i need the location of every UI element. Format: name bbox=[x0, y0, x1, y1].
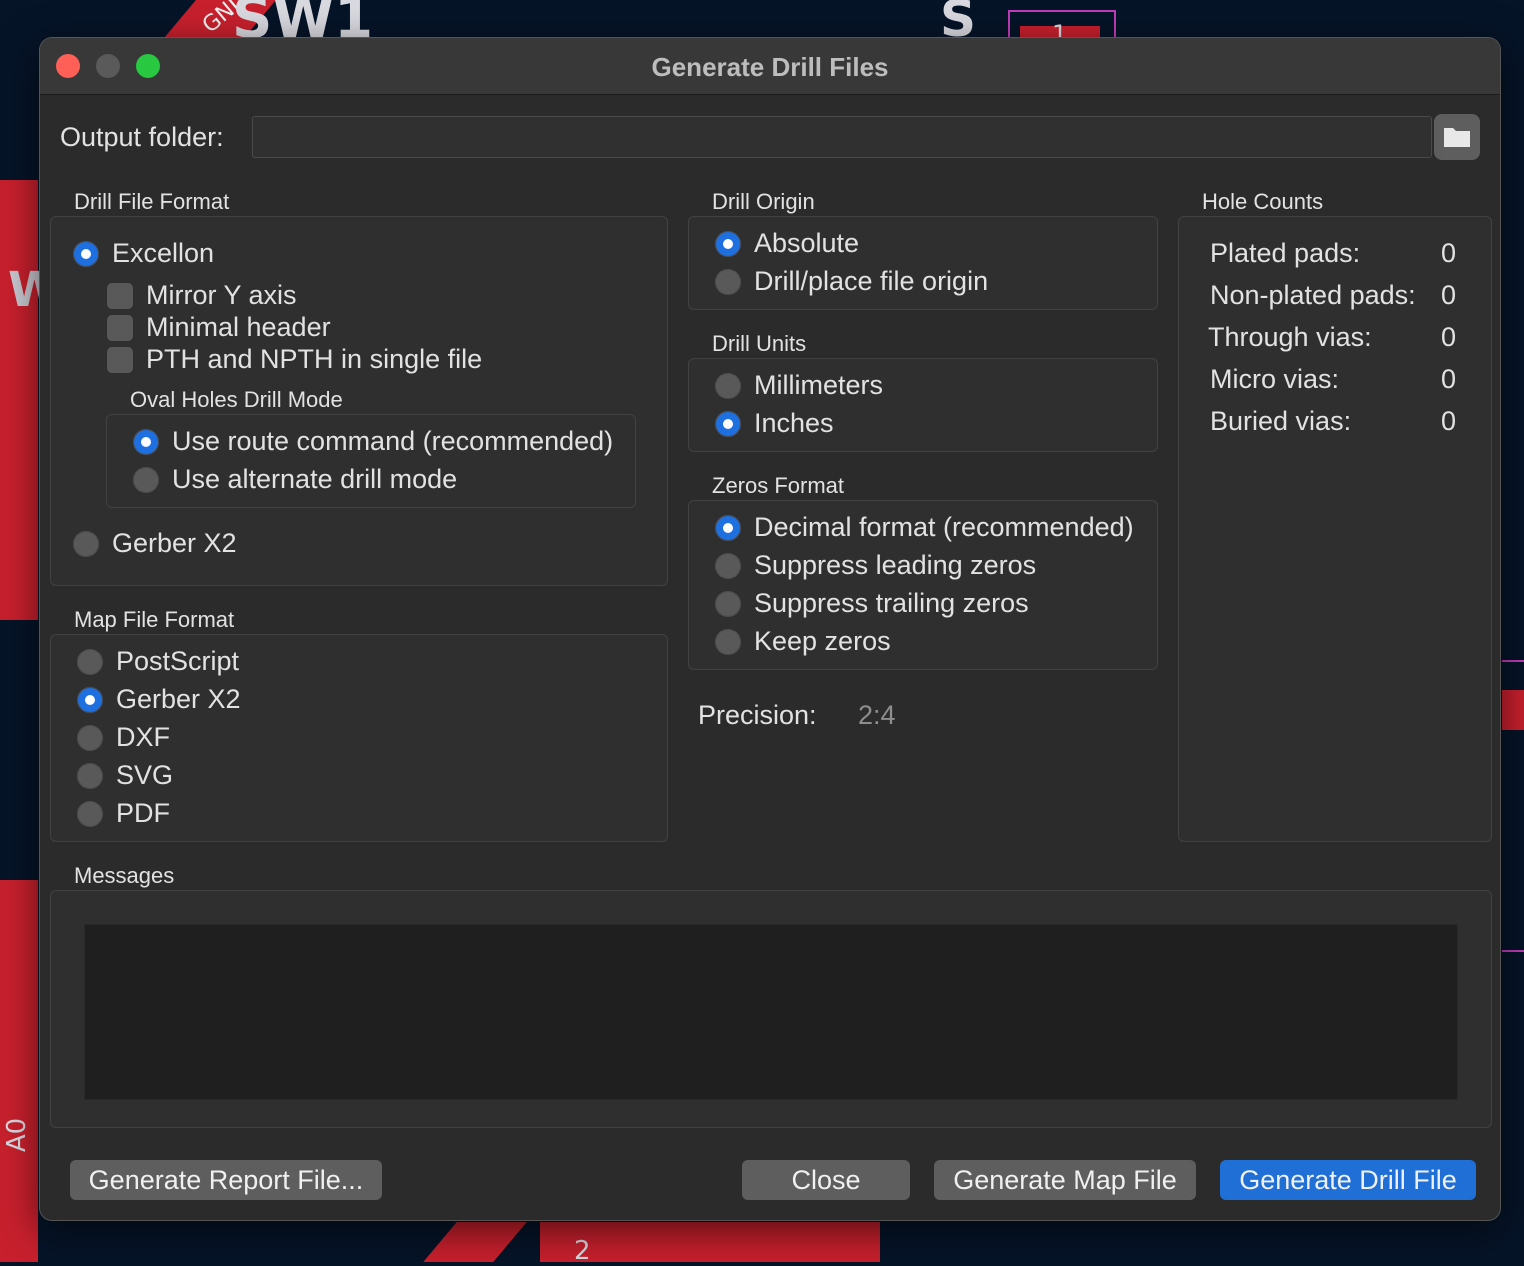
drill-place-origin-label: Drill/place file origin bbox=[754, 266, 989, 296]
buried-vias-label: Buried vias: bbox=[1210, 406, 1352, 436]
keep-zeros-radio[interactable] bbox=[715, 629, 741, 655]
decimal-format-label: Decimal format (recommended) bbox=[754, 512, 1134, 542]
generate-drill-file-button[interactable]: Generate Drill File bbox=[1220, 1160, 1476, 1200]
pcb-track-right bbox=[1502, 690, 1524, 730]
precision-label: Precision: bbox=[698, 700, 817, 730]
use-alternate-drill-mode-label: Use alternate drill mode bbox=[172, 464, 458, 494]
keep-zeros-label: Keep zeros bbox=[754, 626, 891, 656]
map-postscript-radio[interactable] bbox=[77, 649, 103, 675]
drill-place-origin-radio[interactable] bbox=[715, 269, 741, 295]
millimeters-radio[interactable] bbox=[715, 373, 741, 399]
through-vias-label: Through vias: bbox=[1208, 322, 1372, 352]
close-button[interactable]: Close bbox=[742, 1160, 910, 1200]
window-title: Generate Drill Files bbox=[651, 52, 889, 82]
messages-text-area[interactable] bbox=[84, 924, 1458, 1100]
hole-counts-title: Hole Counts bbox=[1202, 189, 1324, 214]
drill-origin-title: Drill Origin bbox=[712, 189, 815, 214]
suppress-leading-zeros-radio[interactable] bbox=[715, 553, 741, 579]
suppress-trailing-zeros-label: Suppress trailing zeros bbox=[754, 588, 1029, 618]
title-bar: Generate Drill Files bbox=[40, 38, 1500, 95]
generate-report-file-button[interactable]: Generate Report File... bbox=[70, 1160, 382, 1200]
map-pdf-label: PDF bbox=[116, 798, 170, 828]
map-svg-radio[interactable] bbox=[77, 763, 103, 789]
pcb-line-right-2 bbox=[1502, 950, 1524, 952]
gerber-x2-drill-label: Gerber X2 bbox=[112, 528, 237, 558]
precision-value: 2:4 bbox=[858, 700, 896, 730]
absolute-radio[interactable] bbox=[715, 231, 741, 257]
map-gerber-x2-label: Gerber X2 bbox=[116, 684, 241, 714]
map-dxf-label: DXF bbox=[116, 722, 170, 752]
through-vias-value: 0 bbox=[1441, 322, 1457, 352]
use-alternate-drill-mode-radio[interactable] bbox=[133, 467, 159, 493]
mirror-y-axis-label: Mirror Y axis bbox=[146, 280, 297, 310]
pcb-line-right bbox=[1502, 660, 1524, 662]
pth-npth-single-file-checkbox[interactable] bbox=[107, 347, 133, 373]
messages-title: Messages bbox=[74, 863, 175, 888]
absolute-label: Absolute bbox=[754, 228, 860, 258]
decimal-format-radio[interactable] bbox=[715, 515, 741, 541]
gerber-x2-drill-radio[interactable] bbox=[73, 531, 99, 557]
inches-radio[interactable] bbox=[715, 411, 741, 437]
drill-units-title: Drill Units bbox=[712, 331, 807, 356]
use-route-command-radio[interactable] bbox=[133, 429, 159, 455]
pcb-track-bottom bbox=[540, 1222, 880, 1262]
folder-icon bbox=[1444, 128, 1470, 147]
generate-drill-files-dialog: Generate Drill Files Output folder: Dril… bbox=[40, 38, 1500, 1220]
map-file-format-title: Map File Format bbox=[74, 607, 235, 632]
map-gerber-x2-radio[interactable] bbox=[77, 687, 103, 713]
zeros-format-title: Zeros Format bbox=[712, 473, 845, 498]
buried-vias-value: 0 bbox=[1441, 406, 1457, 436]
micro-vias-value: 0 bbox=[1441, 364, 1457, 394]
plated-pads-label: Plated pads: bbox=[1210, 238, 1361, 268]
output-folder-label: Output folder: bbox=[60, 122, 224, 152]
suppress-trailing-zeros-radio[interactable] bbox=[715, 591, 741, 617]
non-plated-pads-label: Non-plated pads: bbox=[1210, 280, 1416, 310]
map-postscript-label: PostScript bbox=[116, 646, 240, 676]
drill-file-format-title: Drill File Format bbox=[74, 189, 230, 214]
pcb-track-left-lower bbox=[0, 880, 38, 1262]
generate-map-file-button[interactable]: Generate Map File bbox=[934, 1160, 1196, 1200]
micro-vias-label: Micro vias: bbox=[1210, 364, 1340, 394]
suppress-leading-zeros-label: Suppress leading zeros bbox=[754, 550, 1037, 580]
excellon-radio[interactable] bbox=[73, 241, 99, 267]
browse-folder-button[interactable] bbox=[1434, 114, 1480, 160]
map-pdf-radio[interactable] bbox=[77, 801, 103, 827]
non-plated-pads-value: 0 bbox=[1441, 280, 1457, 310]
pcb-label-a0: A0 bbox=[2, 1117, 33, 1153]
excellon-label: Excellon bbox=[112, 238, 215, 268]
millimeters-label: Millimeters bbox=[754, 370, 884, 400]
plated-pads-value: 0 bbox=[1441, 238, 1457, 268]
mirror-y-axis-checkbox[interactable] bbox=[107, 283, 133, 309]
map-dxf-radio[interactable] bbox=[77, 725, 103, 751]
oval-holes-drill-mode-title: Oval Holes Drill Mode bbox=[130, 387, 343, 412]
pcb-track-bottom-diag bbox=[423, 1222, 527, 1262]
use-route-command-label: Use route command (recommended) bbox=[172, 426, 614, 456]
output-folder-input[interactable] bbox=[252, 116, 1432, 158]
inches-label: Inches bbox=[754, 408, 834, 438]
minimal-header-label: Minimal header bbox=[146, 312, 331, 342]
minimal-header-checkbox[interactable] bbox=[107, 315, 133, 341]
map-svg-label: SVG bbox=[116, 760, 174, 790]
pth-npth-single-file-label: PTH and NPTH in single file bbox=[146, 344, 483, 374]
pcb-track-left bbox=[0, 180, 38, 620]
